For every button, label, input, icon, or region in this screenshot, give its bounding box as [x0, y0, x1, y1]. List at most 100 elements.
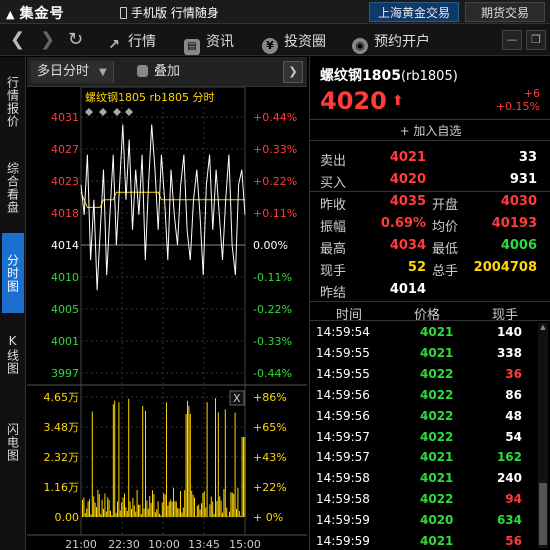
- tick-row: 14:59:55 4022 36: [310, 364, 536, 385]
- avg-value: 40193: [491, 216, 537, 231]
- volume-bar: [173, 487, 174, 517]
- ticks-scrollbar[interactable]: ▲: [538, 323, 548, 548]
- total-label: 总手: [432, 264, 459, 279]
- tick-row: 14:59:54 4021 140: [310, 322, 536, 343]
- volume-bar: [210, 496, 212, 517]
- volume-bar: [82, 499, 83, 517]
- volume-bar: [167, 505, 169, 517]
- volume-bar: [194, 497, 195, 517]
- volume-bar: [191, 490, 193, 517]
- volume-bar: [133, 505, 135, 517]
- buy-price: 4020: [389, 172, 426, 187]
- volume-bar: [132, 497, 134, 517]
- volume-bar: [110, 510, 111, 517]
- tick-time: 14:59:58: [316, 492, 370, 507]
- volume-bar: [184, 490, 186, 517]
- add-watchlist-button[interactable]: + 加入自选: [310, 119, 550, 141]
- tick-price: 4020: [420, 513, 454, 528]
- volume-bar: [135, 511, 137, 517]
- restore-icon[interactable]: ❐: [526, 30, 546, 50]
- ticks-header-vol: 现手: [492, 308, 519, 323]
- volume-bar: [201, 503, 202, 517]
- time-tick-label: 21:00: [65, 538, 97, 550]
- tab-flash[interactable]: 闪电图: [2, 407, 24, 477]
- mobile-label: 手机版: [131, 6, 168, 20]
- sell-row: 卖出 4021 33: [310, 147, 550, 169]
- volume-bar: [97, 489, 99, 517]
- nav-info[interactable]: ▤ 资讯: [184, 31, 234, 55]
- prev-close-label: 昨收: [320, 198, 347, 213]
- volume-bar: [150, 502, 152, 517]
- volume-bar: [119, 510, 121, 517]
- futures-trade-button[interactable]: 期货交易: [465, 2, 545, 22]
- overlay-label: 叠加: [154, 64, 181, 79]
- volume-bar: [152, 490, 153, 517]
- volume-bar: [111, 515, 113, 517]
- volume-bar: [229, 511, 230, 517]
- last-price: 4020: [320, 87, 387, 115]
- nav-bar: ❮ ❯ ↻ ↗ 行情 ▤ 资讯 ¥ 投资圈 ◉ 预约开户 — ❐: [0, 24, 550, 56]
- diamond-marker-icon: [113, 108, 121, 116]
- tick-time: 14:59:59: [316, 534, 370, 548]
- time-tick-label: 13:45: [188, 538, 220, 550]
- volume-bar: [227, 516, 229, 517]
- volume-bar: [236, 509, 237, 517]
- tick-row: 14:59:58 4021 240: [310, 468, 536, 489]
- volume-bar: [101, 499, 103, 517]
- tick-time: 14:59:56: [316, 387, 370, 402]
- volume-bar: [199, 509, 201, 517]
- volume-bar: [108, 499, 110, 517]
- volume-bar: [104, 493, 106, 517]
- volume-bar: [145, 410, 146, 517]
- refresh-icon[interactable]: ↻: [68, 29, 83, 51]
- open-value: 4030: [500, 194, 537, 209]
- volume-bar: [100, 514, 102, 517]
- scroll-thumb[interactable]: [539, 483, 547, 545]
- tab-overview[interactable]: 综合看盘: [2, 153, 24, 223]
- tick-row: 14:59:59 4020 634: [310, 510, 536, 531]
- price-tick-label: 4023: [51, 175, 79, 188]
- low-value: 4006: [500, 238, 537, 253]
- scroll-up-icon[interactable]: ▲: [538, 323, 548, 333]
- volume-bar: [188, 405, 190, 517]
- mobile-link[interactable]: 手机版 行情随身: [120, 4, 219, 21]
- nav-open-account[interactable]: ◉ 预约开户: [352, 31, 430, 54]
- vol-tick-label: 1.16万: [44, 481, 80, 494]
- tab-quote-list[interactable]: 行情报价: [2, 67, 24, 137]
- intraday-chart[interactable]: 螺纹钢1805 rb1805 分时 4031 +0.44% 4027 +0.33% 402…: [27, 87, 307, 550]
- nav-quotes[interactable]: ↗ 行情: [106, 31, 156, 53]
- volume-bar: [166, 402, 167, 517]
- ticks-header-price: 价格: [414, 308, 441, 323]
- volume-bar: [89, 499, 90, 517]
- tick-time: 14:59:58: [316, 471, 370, 486]
- tick-time: 14:59:57: [316, 429, 370, 444]
- tab-kline[interactable]: K线图: [2, 319, 24, 389]
- tick-volume: 162: [496, 450, 522, 465]
- pct-tick-label: -0.44%: [253, 367, 292, 380]
- minimize-icon[interactable]: —: [502, 30, 522, 50]
- back-icon[interactable]: ❮: [10, 29, 25, 51]
- volume-bar: [222, 512, 223, 517]
- tick-row: 14:59:58 4022 94: [310, 489, 536, 510]
- price-tick-label: 4014: [51, 239, 79, 252]
- tick-time: 14:59:59: [316, 513, 370, 528]
- forward-icon[interactable]: ❯: [40, 29, 55, 51]
- overlay-button[interactable]: 叠加: [137, 61, 180, 83]
- vol-pct-tick-label: +65%: [253, 421, 287, 434]
- amplitude-value: 0.69%: [380, 216, 426, 231]
- tick-row: 14:59:56 4022 86: [310, 385, 536, 406]
- nav-invest[interactable]: ¥ 投资圈: [262, 31, 326, 54]
- volume-bar: [234, 412, 236, 517]
- tick-time: 14:59:57: [316, 450, 370, 465]
- phone-icon: [120, 7, 127, 19]
- volume-bar: [129, 501, 131, 517]
- volume-bar: [241, 437, 243, 517]
- expand-icon[interactable]: ❯: [283, 61, 303, 83]
- prev-settle-value: 4014: [389, 282, 426, 297]
- volume-bar: [202, 493, 204, 517]
- tab-intraday[interactable]: 分时图: [2, 233, 24, 313]
- shanghai-gold-trade-button[interactable]: 上海黄金交易: [369, 2, 459, 22]
- volume-bar: [198, 504, 200, 517]
- period-select[interactable]: 多日分时 ▼: [31, 61, 114, 83]
- tick-volume: 48: [505, 408, 522, 423]
